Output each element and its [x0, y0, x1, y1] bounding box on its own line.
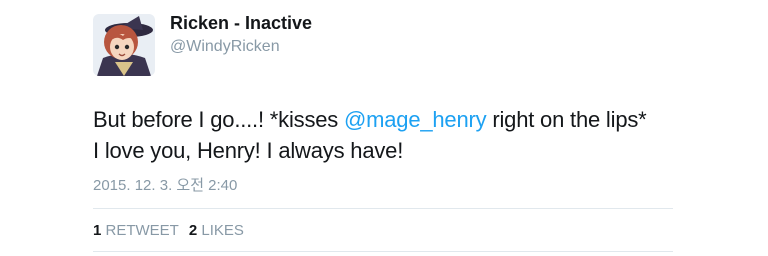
avatar[interactable]: [93, 14, 155, 76]
retweet-label: RETWEET: [105, 222, 179, 239]
likes-count: 2: [188, 222, 198, 239]
likes-stat[interactable]: 2 LIKES: [189, 222, 244, 239]
user-handle[interactable]: @WindyRicken: [170, 36, 312, 58]
avatar-illustration: [93, 14, 155, 76]
tweet-text-before-mention: But before I go....! *kisses: [93, 107, 344, 132]
tweet-text-after-mention: right on the lips*: [486, 107, 647, 132]
divider: [93, 251, 673, 252]
mention-link[interactable]: @mage_henry: [344, 107, 487, 132]
tweet-text: But before I go....! *kisses @mage_henry…: [93, 104, 713, 166]
retweet-stat[interactable]: 1 RETWEET: [93, 222, 179, 239]
user-block: Ricken - Inactive @WindyRicken: [170, 12, 312, 58]
tweet-line-1: But before I go....! *kisses @mage_henry…: [93, 104, 713, 135]
tweet-card: Ricken - Inactive @WindyRicken But befor…: [0, 0, 768, 256]
tweet-timestamp[interactable]: 2015. 12. 3. 오전 2:40: [93, 174, 237, 195]
engagement-stats: 1 RETWEET 2 LIKES: [93, 222, 244, 239]
tweet-line-2: I love you, Henry! I always have!: [93, 138, 404, 163]
retweet-count: 1: [93, 222, 102, 239]
divider: [93, 208, 673, 209]
display-name[interactable]: Ricken - Inactive: [170, 12, 312, 34]
likes-label: LIKES: [201, 222, 244, 239]
